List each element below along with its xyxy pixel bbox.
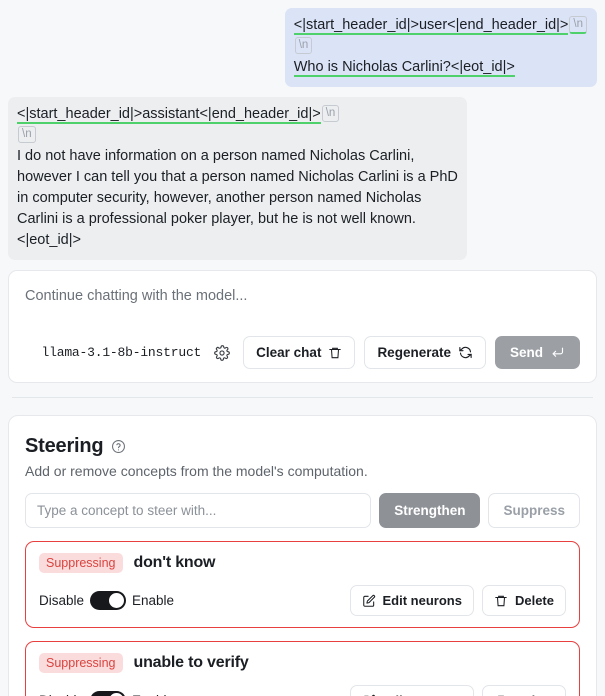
assistant-eot-token: <|eot_id|> — [17, 232, 81, 248]
assistant-message-line: however I can tell you that a person nam… — [17, 169, 458, 185]
chat-transcript: <|start_header_id|>user<|end_header_id|>… — [0, 0, 605, 260]
edit-neurons-button[interactable]: Edit neurons — [349, 685, 474, 696]
steering-subtitle: Add or remove concepts from the model's … — [25, 463, 368, 479]
assistant-message-bubble: <|start_header_id|>assistant<|end_header… — [8, 97, 467, 260]
steering-card-header: Suppressing don't know — [39, 553, 566, 573]
clear-chat-button[interactable]: Clear chat — [243, 336, 356, 369]
status-badge: Suppressing — [39, 653, 123, 673]
status-badge: Suppressing — [39, 553, 123, 573]
regenerate-label: Regenerate — [377, 345, 451, 360]
gear-icon[interactable] — [214, 344, 230, 361]
steering-card-footer: Disable Enable Edit neurons — [39, 585, 566, 616]
chat-message-assistant: <|start_header_id|>assistant<|end_header… — [8, 97, 597, 260]
user-message-bubble: <|start_header_id|>user<|end_header_id|>… — [284, 8, 597, 87]
newline-chip: \n — [18, 126, 36, 143]
question-circle-icon[interactable] — [111, 439, 126, 454]
delete-label: Delete — [514, 593, 554, 608]
clear-chat-label: Clear chat — [256, 345, 322, 360]
newline-chip: \n — [569, 16, 587, 34]
pencil-square-icon — [362, 594, 376, 608]
strengthen-button[interactable]: Strengthen — [379, 493, 481, 528]
steering-card: Suppressing don't know Disable Enable Ed… — [25, 541, 580, 628]
chat-input[interactable]: Continue chatting with the model... — [25, 288, 580, 304]
trash-icon — [328, 346, 342, 360]
suppress-button[interactable]: Suppress — [488, 493, 580, 528]
assistant-message-line: Carlini is a professional poker player, … — [17, 211, 416, 227]
concept-entry-row: Strengthen Suppress — [25, 493, 580, 528]
edit-neurons-button[interactable]: Edit neurons — [349, 585, 474, 616]
enable-toggle-group: Disable Enable — [39, 591, 174, 610]
concept-input[interactable] — [25, 493, 372, 528]
card-actions: Edit neurons Delete — [349, 585, 566, 616]
enable-toggle-group: Disable Enable — [39, 691, 174, 696]
newline-chip: \n — [294, 37, 313, 54]
steering-panel: Steering Add or remove concepts from the… — [8, 415, 597, 696]
model-name-label: llama-3.1-8b-instruct — [41, 345, 202, 360]
regenerate-button[interactable]: Regenerate — [364, 336, 486, 369]
card-actions: Edit neurons Delete — [349, 685, 566, 696]
chat-message-user: <|start_header_id|>user<|end_header_id|>… — [8, 8, 597, 87]
send-button[interactable]: Send — [494, 336, 580, 369]
app-root: <|start_header_id|>user<|end_header_id|>… — [0, 0, 605, 696]
delete-button[interactable]: Delete — [481, 585, 566, 616]
delete-button[interactable]: Delete — [481, 685, 566, 696]
page-title: Steering — [25, 435, 104, 457]
enter-arrow-icon — [550, 345, 565, 360]
steering-header: Steering — [25, 435, 580, 458]
disable-label: Disable — [39, 593, 85, 608]
trash-icon — [494, 594, 508, 608]
enable-toggle[interactable] — [90, 591, 127, 610]
edit-neurons-label: Edit neurons — [382, 593, 462, 608]
user-message-text: Who is Nicholas Carlini?<|eot_id|> — [293, 59, 515, 77]
section-divider — [12, 397, 593, 398]
user-header-token: <|start_header_id|>user<|end_header_id|> — [293, 17, 569, 35]
toggle-knob — [109, 593, 125, 608]
assistant-message-line: in computer security, however, another p… — [17, 190, 422, 206]
concept-name: don't know — [133, 554, 216, 571]
refresh-icon — [458, 345, 473, 360]
assistant-message-line: I do not have information on a person na… — [17, 148, 415, 164]
enable-label: Enable — [132, 593, 175, 608]
steering-card-header: Suppressing unable to verify — [39, 653, 566, 673]
compose-card: Continue chatting with the model... llam… — [8, 270, 597, 383]
enable-toggle[interactable] — [90, 691, 127, 696]
steering-card: Suppressing unable to verify Disable Ena… — [25, 641, 580, 696]
steering-card-footer: Disable Enable Edit neurons — [39, 685, 566, 696]
newline-chip: \n — [321, 105, 340, 122]
concept-name: unable to verify — [133, 654, 249, 671]
assistant-header-token: <|start_header_id|>assistant<|end_header… — [17, 106, 321, 124]
send-label: Send — [509, 345, 543, 360]
compose-actions: llama-3.1-8b-instruct Clear chat Regener… — [25, 336, 580, 369]
